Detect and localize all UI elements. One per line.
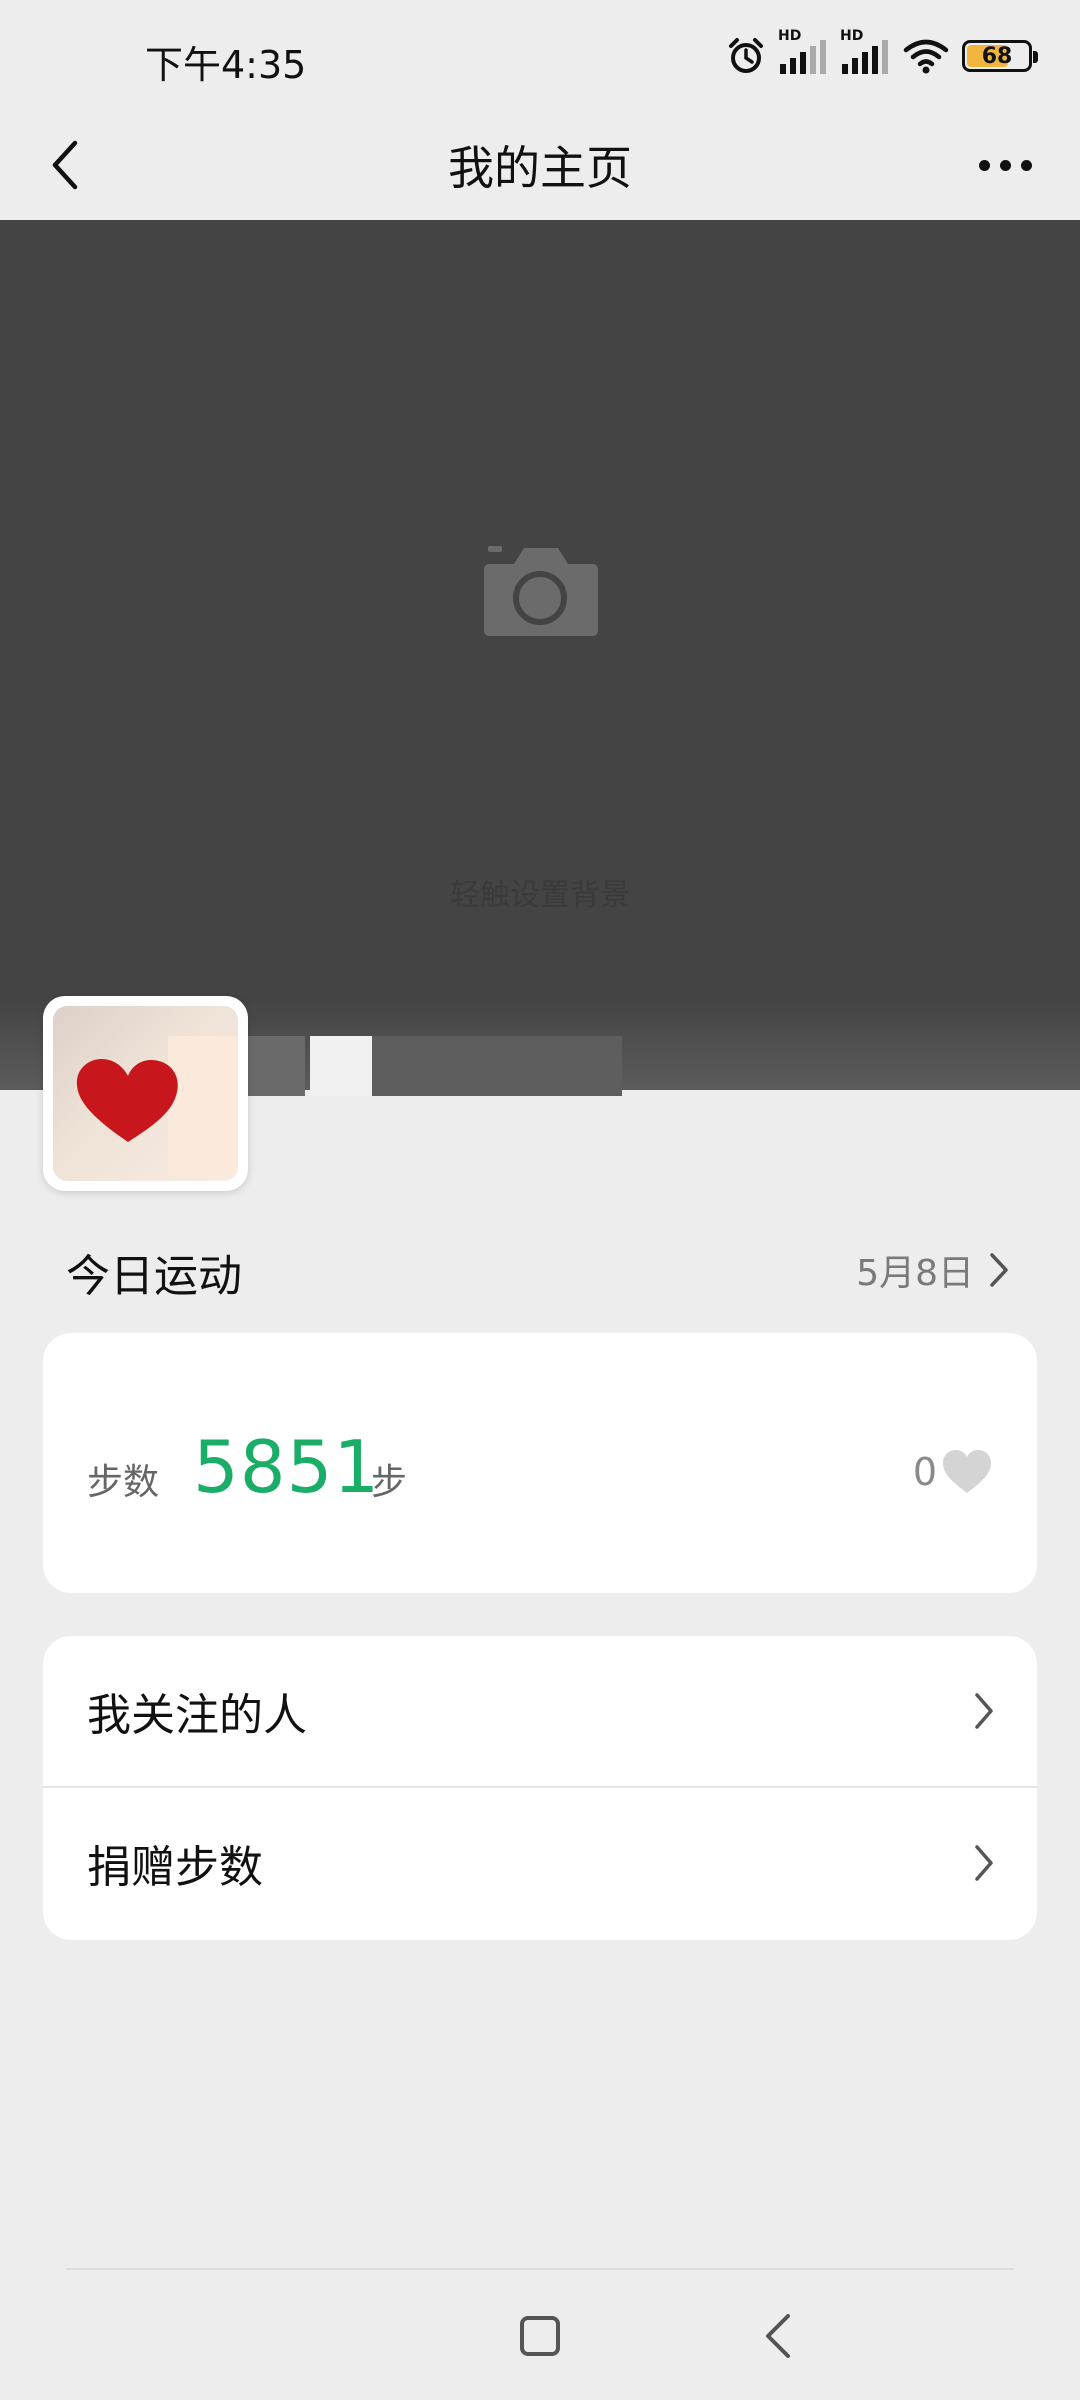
steps-card[interactable]: 步数 5851 步 0 (43, 1333, 1037, 1593)
status-icons: HD HD 68 (726, 28, 1038, 78)
heart-image (76, 1058, 178, 1142)
status-time: 下午4:35 (145, 43, 307, 87)
nav-back-button[interactable] (758, 2310, 798, 2362)
menu-item-label: 我关注的人 (87, 1690, 307, 1741)
more-dots-icon (1020, 159, 1032, 171)
cover-hint: 轻触设置背景 (450, 878, 630, 913)
more-button[interactable] (960, 130, 1050, 200)
menu-item-label: 捐赠步数 (87, 1842, 263, 1893)
alarm-icon (729, 38, 763, 73)
wifi-icon (903, 39, 949, 74)
avatar-image (53, 1006, 238, 1181)
battery-icon: 68 (962, 40, 1038, 72)
like-button[interactable]: 0 (913, 1449, 993, 1495)
signal-2: HD (840, 28, 890, 76)
signal-1: HD (778, 28, 828, 76)
steps-unit: 步 (371, 1462, 408, 1503)
camera-icon (484, 546, 598, 636)
nav-home-button[interactable] (520, 2316, 560, 2356)
section-title: 今日运动 (66, 1251, 242, 1302)
nav-divider (66, 2268, 1014, 2270)
steps-label: 步数 (87, 1462, 160, 1503)
date-label: 5月8日 (856, 1253, 974, 1294)
menu-item-following[interactable]: 我关注的人 (43, 1636, 1037, 1786)
chevron-right-icon (975, 1845, 993, 1881)
chevron-right-icon (975, 1693, 993, 1729)
chevron-right-icon (990, 1253, 1008, 1287)
hd-label: HD (778, 28, 802, 44)
cover-background[interactable]: 轻触设置背景 (0, 220, 1080, 1090)
steps-value: 5851 (193, 1425, 381, 1509)
battery-level: 68 (981, 43, 1013, 69)
date-selector[interactable]: 5月8日 (856, 1244, 1010, 1296)
menu-item-donate-steps[interactable]: 捐赠步数 (43, 1788, 1037, 1938)
more-dots-icon (999, 159, 1011, 171)
like-count: 0 (912, 1450, 937, 1494)
menu-card: 我关注的人 捐赠步数 (43, 1636, 1037, 1940)
avatar[interactable] (43, 996, 248, 1191)
more-dots-icon (978, 159, 990, 171)
status-bar: 下午4:35 HD HD 68 (0, 0, 1080, 110)
page-header: 我的主页 (0, 110, 1080, 220)
nickname-blur (372, 1036, 622, 1096)
page-title: 我的主页 (448, 141, 632, 195)
hd-label: HD (840, 28, 864, 44)
heart-icon (943, 1450, 991, 1493)
nickname-blur (245, 1036, 305, 1096)
nickname-blur (310, 1036, 372, 1096)
